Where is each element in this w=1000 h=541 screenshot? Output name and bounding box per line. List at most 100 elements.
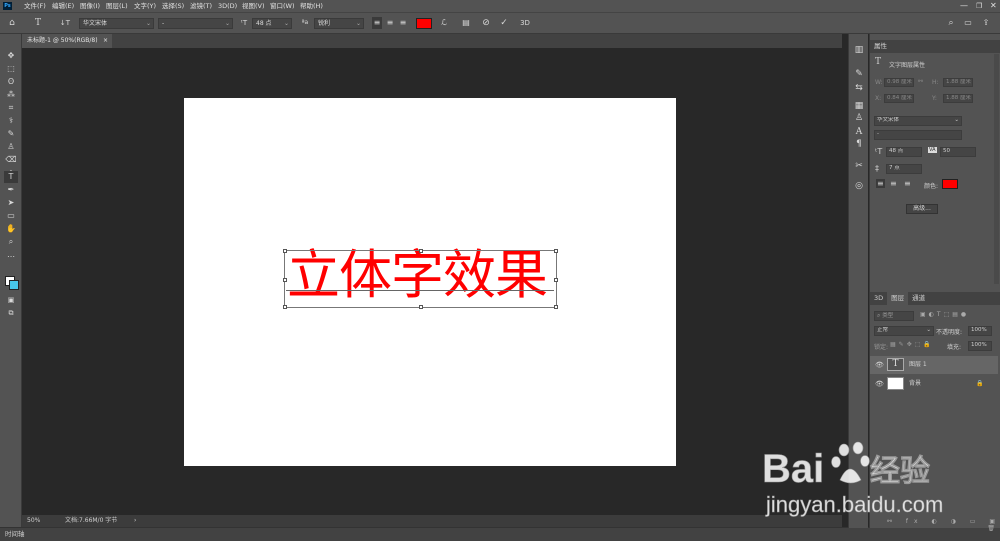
font-style-select[interactable]: - ⌄ — [158, 18, 233, 29]
text-color-swatch[interactable] — [416, 18, 432, 29]
background-color-swatch[interactable] — [9, 280, 19, 290]
transform-handle-t[interactable] — [419, 249, 423, 253]
zoom-tool-icon[interactable]: ⌕ — [4, 236, 18, 248]
font-family-select[interactable]: 华文宋体 ⌄ — [79, 18, 154, 29]
more-tools-icon[interactable]: ⋯ — [4, 251, 18, 263]
pen-tool-icon[interactable]: ✒ — [4, 184, 18, 196]
align-left-icon[interactable]: ≡ — [372, 17, 382, 29]
layer-filter-icons[interactable]: ▣◐T⬚▤● — [920, 311, 969, 318]
opacity-field[interactable]: 100% — [968, 326, 992, 336]
character-panel-icon[interactable]: ▤ — [460, 17, 472, 29]
tool-presets-icon[interactable]: ✂ — [853, 160, 865, 172]
move-tool-icon[interactable]: ✥ — [4, 50, 18, 62]
adjust-panel-icon[interactable]: ⇆ — [853, 82, 865, 94]
minimize-icon[interactable]: — — [960, 0, 968, 12]
commit-check-icon[interactable]: ✓ — [498, 17, 510, 29]
visibility-eye-icon[interactable]: 👁 — [875, 375, 884, 393]
tab-layers[interactable]: 图层 — [887, 291, 909, 305]
share-icon[interactable]: ⇪ — [980, 17, 992, 29]
transform-handle-tl[interactable] — [283, 249, 287, 253]
path-select-icon[interactable]: ➤ — [4, 197, 18, 209]
layer-name[interactable]: 背景 — [909, 375, 921, 393]
stamp-tool-icon[interactable]: ♙ — [4, 141, 18, 153]
swatch-panel-icon[interactable]: ▦ — [853, 100, 865, 112]
tab-close-icon[interactable]: × — [103, 34, 108, 48]
menu-window[interactable]: 窗口(W) — [270, 0, 295, 12]
crop-tool-icon[interactable]: ⌗ — [4, 102, 18, 114]
screen-mode-icon[interactable]: ⧉ — [4, 307, 18, 319]
transform-handle-b[interactable] — [419, 305, 423, 309]
3d-button[interactable]: 3D — [518, 17, 532, 29]
y-field[interactable]: 1.88 厘米 — [943, 94, 973, 103]
layer-row[interactable]: 👁 T 图层 1 — [870, 356, 998, 374]
tab-3d[interactable]: 3D — [870, 294, 887, 302]
workspace-icon[interactable]: ▭ — [962, 17, 974, 29]
type-tool-icon[interactable]: T — [4, 171, 18, 183]
quick-mask-icon[interactable]: ▣ — [4, 294, 18, 306]
toggle-orientation-icon[interactable]: ↓T — [58, 17, 72, 29]
font-size-select[interactable]: 48 点 ⌄ — [252, 18, 292, 29]
transform-handle-br[interactable] — [554, 305, 558, 309]
home-icon[interactable]: ⌂ — [6, 17, 18, 29]
paragraph-panel-icon[interactable]: ¶ — [853, 138, 865, 150]
eraser-tool-icon[interactable]: ⌫ — [4, 154, 18, 166]
menu-layer[interactable]: 图层(L) — [106, 0, 128, 12]
maximize-icon[interactable]: ❐ — [976, 0, 982, 12]
transform-handle-bl[interactable] — [283, 305, 287, 309]
layer-row[interactable]: 👁 背景 🔒 — [870, 375, 998, 393]
layer-name[interactable]: 图层 1 — [909, 356, 927, 374]
character-panel-side-icon[interactable]: A — [853, 126, 865, 138]
menu-type[interactable]: 文字(Y) — [134, 0, 156, 12]
lock-icons[interactable]: ▦✎✥⬚🔒 — [890, 341, 934, 348]
text-bounding-box[interactable] — [283, 249, 558, 309]
prop-color-swatch[interactable] — [942, 179, 958, 189]
status-menu-arrow[interactable]: › — [134, 515, 136, 527]
layer-filter-select[interactable]: ⌕ 类型 — [874, 311, 914, 321]
transform-handle-tr[interactable] — [554, 249, 558, 253]
history-panel-icon[interactable]: ▥ — [853, 44, 865, 56]
prop-font-family-select[interactable]: 华文宋体 ⌄ — [874, 116, 962, 126]
transform-handle-l[interactable] — [283, 278, 287, 282]
menu-image[interactable]: 图像(I) — [80, 0, 100, 12]
menu-3d[interactable]: 3D(D) — [218, 0, 237, 12]
tracking-field[interactable]: 50 — [940, 147, 976, 157]
x-field[interactable]: 0.84 厘米 — [884, 94, 914, 103]
menu-file[interactable]: 文件(F) — [24, 0, 46, 12]
zoom-level[interactable]: 50% — [27, 515, 40, 527]
menu-help[interactable]: 帮助(H) — [300, 0, 323, 12]
leading-field[interactable]: 7 点 — [886, 164, 922, 174]
brush-panel-icon[interactable]: ✎ — [853, 68, 865, 80]
menu-edit[interactable]: 编辑(E) — [52, 0, 74, 12]
blend-mode-select[interactable]: 正常 ⌄ — [874, 326, 934, 336]
document-tab[interactable]: 未标题-1 @ 50%(RGB/8) × — [22, 34, 112, 48]
marquee-tool-icon[interactable]: ⬚ — [4, 63, 18, 75]
type-tool-preset-icon[interactable]: T — [32, 17, 44, 29]
eyedropper-icon[interactable]: ⚕ — [4, 115, 18, 127]
menu-view[interactable]: 视图(V) — [242, 0, 265, 12]
h-field[interactable]: 1.88 厘米 — [943, 78, 973, 87]
antialias-select[interactable]: 锐利 ⌄ — [314, 18, 364, 29]
healing-brush-icon[interactable]: ✎ — [4, 128, 18, 140]
close-icon[interactable]: ✕ — [990, 0, 997, 12]
prop-align-right-icon[interactable]: ≡ — [904, 179, 911, 188]
properties-scrollbar[interactable] — [994, 54, 999, 284]
prop-align-center-icon[interactable]: ≡ — [890, 179, 897, 188]
cancel-icon[interactable]: ⊘ — [480, 17, 492, 29]
align-center-icon[interactable]: ≡ — [385, 17, 395, 29]
link-icon[interactable]: ⚯ — [918, 78, 923, 85]
hand-tool-icon[interactable]: ✋ — [4, 223, 18, 235]
menu-select[interactable]: 选择(S) — [162, 0, 184, 12]
align-right-icon[interactable]: ≡ — [398, 17, 408, 29]
timeline-tab[interactable]: 时间轴 — [0, 530, 25, 538]
rectangle-tool-icon[interactable]: ▭ — [4, 210, 18, 222]
3d-panel-icon[interactable]: ◎ — [853, 180, 865, 192]
search-icon[interactable]: ⌕ — [945, 17, 957, 29]
prop-align-left-icon[interactable]: ≡ — [876, 179, 885, 188]
prop-font-style-select[interactable]: - — [874, 130, 962, 140]
clone-source-icon[interactable]: ♙ — [853, 112, 865, 124]
visibility-eye-icon[interactable]: 👁 — [875, 356, 884, 374]
prop-font-size-field[interactable]: 48 点 — [886, 147, 922, 157]
properties-tab[interactable]: 属性 — [870, 42, 891, 50]
transform-handle-r[interactable] — [554, 278, 558, 282]
fill-field[interactable]: 100% — [968, 341, 992, 351]
